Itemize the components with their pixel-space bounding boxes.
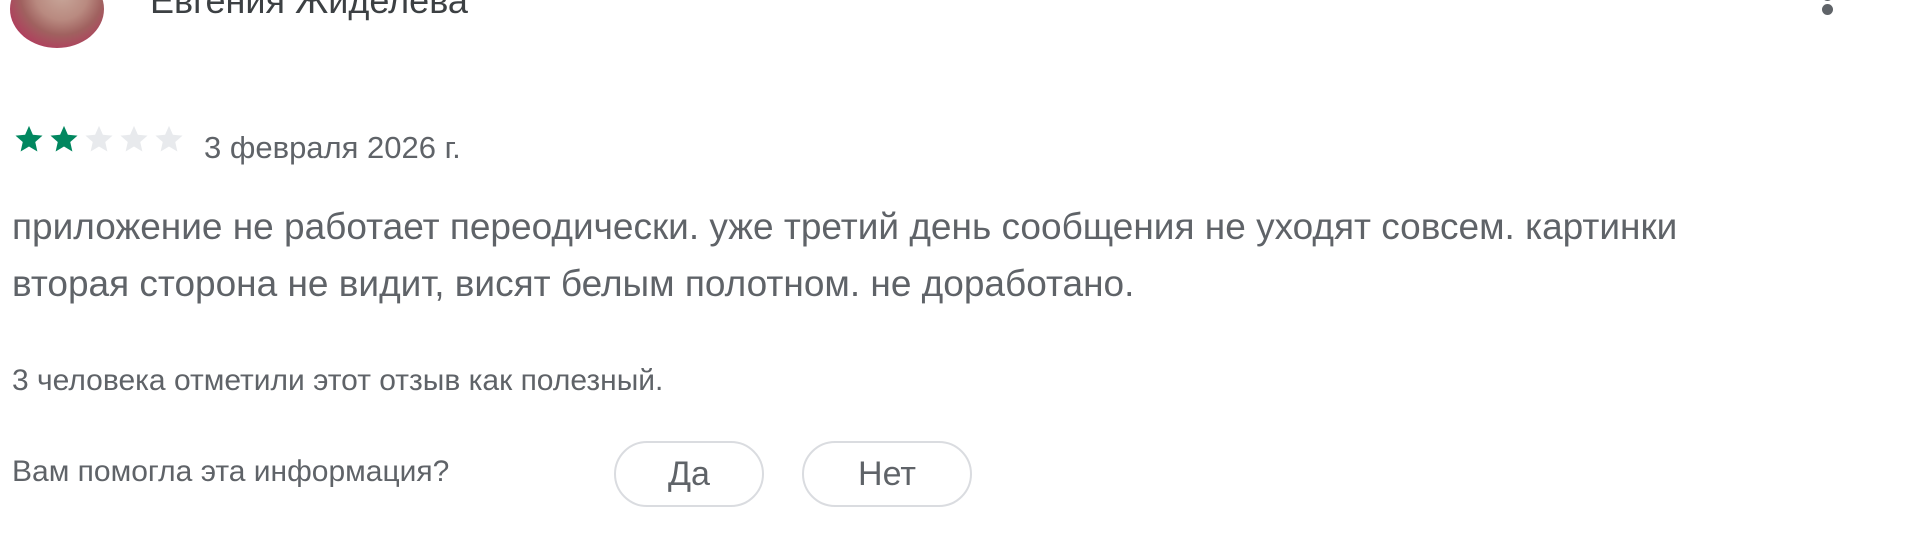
review-text-line: вторая сторона не видит, висят белым пол… xyxy=(12,263,1135,304)
avatar xyxy=(10,0,104,48)
star-icon xyxy=(117,124,151,154)
star-icon xyxy=(82,124,116,154)
no-button[interactable]: Нет xyxy=(802,441,972,507)
star-icon xyxy=(152,124,186,154)
review-date: 3 февраля 2026 г. xyxy=(204,130,461,165)
more-vert-icon xyxy=(1822,0,1833,1)
review-text-line: приложение не работает переодически. уже… xyxy=(12,206,1678,247)
star-icon xyxy=(47,124,81,154)
helpful-count: 3 человека отметили этот отзыв как полез… xyxy=(12,364,664,397)
star-icon xyxy=(12,124,46,154)
review-text: приложение не работает переодически. уже… xyxy=(12,198,1912,312)
author-name: Евгения Жиделева xyxy=(150,0,468,21)
more-vert-icon-dot xyxy=(1822,4,1833,15)
more-options-button[interactable] xyxy=(1816,0,1840,30)
star-rating xyxy=(12,124,186,154)
helpful-question: Вам помогла эта информация? xyxy=(12,455,450,488)
yes-button[interactable]: Да xyxy=(614,441,764,507)
